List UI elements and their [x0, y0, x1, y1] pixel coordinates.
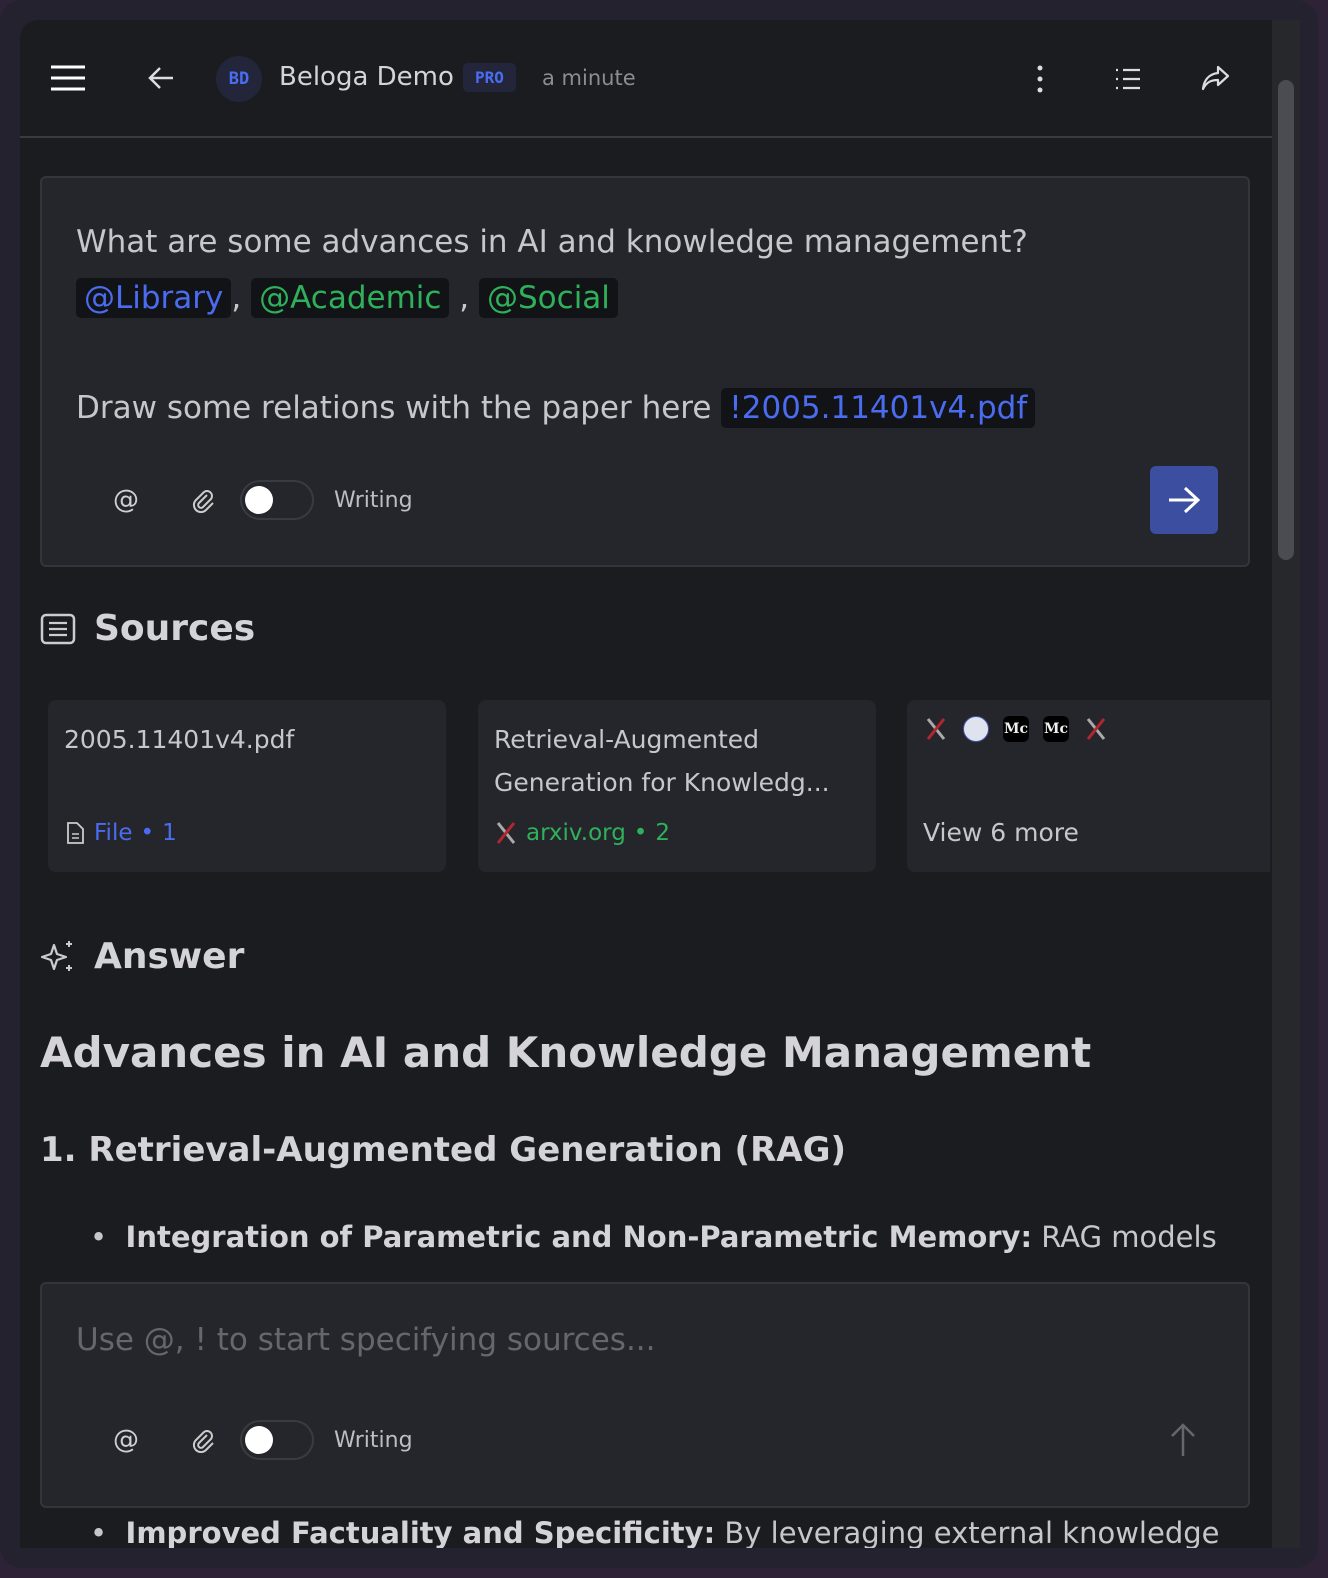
list-item: • Integration of Parametric and Non-Para…: [90, 1220, 1217, 1254]
chat-input-box: Use @, ! to start specifying sources... …: [40, 1282, 1250, 1508]
mention-social[interactable]: @Social: [479, 278, 618, 318]
source-card-arxiv[interactable]: Retrieval-Augmented Generation for Knowl…: [478, 700, 876, 872]
query-card: What are some advances in AI and knowled…: [40, 176, 1250, 567]
window: BD Beloga Demo PRO a minute What are som…: [0, 0, 1318, 1568]
arxiv-icon: [923, 716, 949, 742]
arxiv-icon: [1083, 716, 1109, 742]
conversation-title: Beloga Demo: [279, 62, 454, 92]
answer-heading-2: 1. Retrieval-Augmented Generation (RAG): [40, 1130, 847, 1170]
writing-label: Writing: [334, 1427, 413, 1453]
file-icon: [67, 822, 84, 844]
answer-heading-1: Advances in AI and Knowledge Management: [40, 1028, 1092, 1077]
avatar[interactable]: BD: [216, 56, 262, 102]
at-mention-icon[interactable]: @: [88, 480, 164, 520]
source-card-file[interactable]: 2005.11401v4.pdf File • 1: [48, 700, 446, 872]
writing-toggle[interactable]: [240, 480, 314, 520]
at-mention-icon[interactable]: @: [88, 1420, 164, 1460]
query-toolbar: @ Writing: [88, 480, 413, 520]
send-arrow-up-icon[interactable]: [1168, 1422, 1198, 1462]
view-more-label: View 6 more: [923, 818, 1079, 847]
mention-academic[interactable]: @Academic: [251, 278, 450, 318]
source-title: Retrieval-Augmented Generation for Knowl…: [494, 725, 830, 797]
menu-icon[interactable]: [48, 60, 88, 96]
back-arrow-icon[interactable]: [146, 64, 176, 92]
writing-toggle[interactable]: [240, 1420, 314, 1460]
sparkles-icon: [40, 940, 72, 971]
header: BD Beloga Demo PRO a minute: [20, 20, 1272, 138]
paperclip-icon[interactable]: [164, 480, 240, 520]
sources-icon: [40, 613, 76, 644]
globe-icon: [963, 716, 989, 742]
chat-input[interactable]: Use @, ! to start specifying sources...: [76, 1322, 656, 1358]
send-button[interactable]: [1150, 466, 1218, 534]
file-reference[interactable]: !2005.11401v4.pdf: [721, 388, 1036, 428]
share-icon[interactable]: [1200, 64, 1230, 92]
view-more-sources-card[interactable]: Mc Mc View 6 more: [907, 700, 1270, 872]
source-index: 1: [162, 820, 177, 846]
source-domain: arxiv.org: [526, 820, 626, 846]
mention-library[interactable]: @Library: [76, 278, 232, 318]
query-text: What are some advances in AI and knowled…: [76, 224, 1028, 260]
app: BD Beloga Demo PRO a minute What are som…: [20, 20, 1300, 1548]
paperclip-icon[interactable]: [164, 1420, 240, 1460]
arxiv-icon: [496, 822, 516, 844]
source-index: 2: [655, 820, 671, 846]
timestamp: a minute: [542, 66, 636, 90]
medium-icon: Mc: [1003, 716, 1029, 742]
answer-heading: Answer: [40, 936, 244, 977]
query-text-2: Draw some relations with the paper here: [76, 390, 712, 426]
writing-label: Writing: [334, 487, 413, 513]
source-type: File: [94, 820, 133, 846]
list-icon[interactable]: [1114, 66, 1142, 92]
more-vertical-icon[interactable]: [1028, 64, 1052, 94]
sources-heading: Sources: [40, 608, 255, 649]
arrow-right-icon: [1169, 486, 1201, 514]
answer-title: Answer: [94, 936, 245, 977]
scrollbar-thumb[interactable]: [1278, 80, 1294, 560]
pro-badge: PRO: [463, 63, 516, 92]
input-toolbar: @ Writing: [88, 1420, 413, 1460]
list-item: • Improved Factuality and Specificity: B…: [90, 1516, 1220, 1548]
medium-icon: Mc: [1043, 716, 1069, 742]
sources-title: Sources: [94, 608, 256, 649]
source-title: 2005.11401v4.pdf: [64, 725, 295, 754]
